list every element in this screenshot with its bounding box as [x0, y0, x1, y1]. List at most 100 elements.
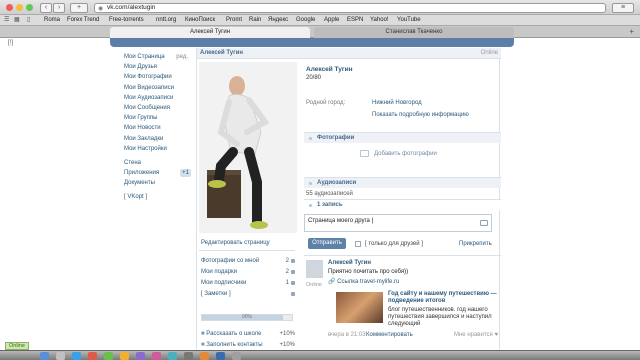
bookmark-item[interactable]: Яндекс: [268, 15, 288, 26]
tip-label: Заполнить контакты: [206, 342, 263, 348]
friends-only-checkbox[interactable]: [355, 241, 361, 247]
reading-list-icon[interactable]: ☰: [4, 15, 9, 26]
apps-count-badge: +1: [180, 169, 191, 178]
hometown-value[interactable]: Нижний Новгород: [372, 100, 422, 106]
stat-photos-with-me[interactable]: Фотографии со мной 2: [201, 258, 295, 264]
finder-icon[interactable]: [40, 352, 49, 360]
menu-item-audio[interactable]: Мои Аудиозаписи: [124, 93, 188, 103]
trash-icon[interactable]: [232, 352, 241, 360]
link-preview-image[interactable]: [336, 292, 383, 323]
menu-item-videos[interactable]: Мои Видеозаписи: [124, 83, 188, 93]
profile-status[interactable]: 20/80: [306, 75, 321, 81]
attach-link[interactable]: Прикрепить: [459, 241, 492, 247]
add-photos-link[interactable]: Добавить фотографии: [374, 151, 437, 157]
bookmark-item[interactable]: Yahoo!: [370, 15, 389, 26]
add-icon: +: [76, 4, 82, 11]
post-time[interactable]: вчера в 21:03: [328, 332, 366, 338]
edit-page-link[interactable]: Редактировать страницу: [201, 240, 270, 246]
bookmark-item[interactable]: YouTube: [397, 15, 421, 26]
address-bar[interactable]: ◉ vk.com/alextugin: [94, 3, 606, 13]
stat-followers[interactable]: Мои подписчики 1: [201, 280, 295, 286]
launchpad-icon[interactable]: [56, 352, 65, 360]
bookmark-item[interactable]: Apple: [324, 15, 339, 26]
menu-item-photos[interactable]: Мои Фотографии: [124, 72, 188, 82]
camera-icon[interactable]: [480, 220, 488, 226]
post-link[interactable]: 🔗 Ссылка travel-mylife.ru: [328, 278, 399, 285]
menu-item-wall[interactable]: Стена: [124, 158, 188, 168]
menu-item-news[interactable]: Мои Новости: [124, 123, 188, 133]
bookmark-item[interactable]: Roma: [44, 15, 60, 26]
block-title: 1 запись: [317, 202, 343, 208]
bookmark-item[interactable]: Promt: [226, 15, 242, 26]
tip-contacts[interactable]: ■ Заполнить контакты +10%: [201, 342, 295, 348]
zoom-window-icon[interactable]: [26, 4, 33, 11]
menu-label: Документы: [124, 180, 155, 187]
bookmark-item[interactable]: Rain: [249, 15, 261, 26]
bookmark-item[interactable]: ESPN: [347, 15, 363, 26]
left-menu: Мои Страница ред. Мои Друзья Мои Фотограф…: [124, 52, 191, 203]
menu-item-settings[interactable]: Мои Настройки: [124, 144, 188, 154]
menu-item-apps[interactable]: Приложения +1: [124, 168, 191, 178]
bookmarks-icon[interactable]: ▯: [27, 15, 30, 26]
menu-item-documents[interactable]: Документы: [124, 178, 188, 188]
app-icon[interactable]: [200, 352, 209, 360]
forward-button[interactable]: ›: [53, 3, 65, 13]
bookmark-item[interactable]: Free-torrents: [109, 15, 144, 26]
edit-link[interactable]: ред.: [176, 52, 188, 62]
profile-main: Алексей Тугин Online Редактировать стран…: [196, 48, 501, 350]
notes-icon[interactable]: [120, 352, 129, 360]
like-button[interactable]: Мне нравится ♥: [454, 332, 498, 338]
tab-active[interactable]: Алексей Тугин: [110, 27, 310, 38]
minimize-window-icon[interactable]: [16, 4, 23, 11]
tab-inactive[interactable]: Станислав Ткаченко: [314, 27, 514, 38]
profile-header-name: Алексей Тугин: [200, 50, 243, 56]
link-preview-title[interactable]: Год сайту и нашему путешествию — подведе…: [388, 291, 498, 305]
reader-button[interactable]: ≡: [612, 3, 634, 13]
top-sites-icon[interactable]: ▦: [14, 15, 20, 26]
stat-gifts[interactable]: Мои подарки 2: [201, 269, 295, 275]
menu-item-my-page[interactable]: Мои Страница ред.: [124, 52, 188, 62]
send-button[interactable]: Отправить: [308, 238, 346, 249]
photos-block-header[interactable]: Фотографии: [304, 132, 501, 143]
close-window-icon[interactable]: [6, 4, 13, 11]
wall-post-input[interactable]: Страница моего друга |: [304, 214, 492, 232]
avatar[interactable]: [306, 260, 323, 278]
audio-count[interactable]: 55 аудиозаписей: [306, 191, 353, 197]
menu-item-groups[interactable]: Мои Группы: [124, 113, 188, 123]
tip-school[interactable]: ■ Рассказать о школе +10%: [201, 331, 295, 337]
post-author[interactable]: Алексей Тугин: [328, 260, 371, 266]
browser-titlebar: ‹ › + ◉ vk.com/alextugin ≡: [0, 0, 640, 15]
menu-item-friends[interactable]: Мои Друзья: [124, 62, 188, 72]
bookmark-item[interactable]: nntt.org: [156, 15, 176, 26]
profile-photo[interactable]: [199, 62, 297, 233]
comment-link[interactable]: Комментировать: [366, 332, 413, 338]
divider: [304, 255, 501, 256]
show-more-info-link[interactable]: Показать подробную информацию: [372, 112, 469, 118]
menu-item-vkopt[interactable]: [ VKopt ]: [124, 192, 188, 202]
block-title: Аудиозаписи: [317, 180, 357, 186]
wall-block-header[interactable]: 1 запись: [304, 199, 501, 210]
audio-block-header[interactable]: Аудиозаписи: [304, 177, 501, 188]
share-button[interactable]: +: [70, 3, 88, 13]
facetime-icon[interactable]: [168, 352, 177, 360]
new-tab-icon[interactable]: +: [629, 26, 634, 37]
heart-icon: ♥: [492, 332, 499, 338]
bookmark-item[interactable]: Forex Trend: [67, 15, 99, 26]
safari-icon[interactable]: [72, 352, 81, 360]
back-button[interactable]: ‹: [40, 3, 52, 13]
stat-notes[interactable]: [ Заметки ]: [201, 291, 295, 297]
calendar-icon[interactable]: [88, 352, 97, 360]
menu-item-messages[interactable]: Мои Сообщения: [124, 103, 188, 113]
settings-icon[interactable]: [184, 352, 193, 360]
menu-item-bookmarks[interactable]: Мои Закладки: [124, 134, 188, 144]
bookmark-item[interactable]: Google: [296, 15, 315, 26]
app-icon[interactable]: [216, 352, 225, 360]
profile-photo-image: [199, 62, 297, 233]
bookmark-item[interactable]: КиноПоиск: [185, 15, 215, 26]
messages-icon[interactable]: [104, 352, 113, 360]
divider: [199, 250, 295, 251]
photos-icon[interactable]: [152, 352, 161, 360]
itunes-icon[interactable]: [136, 352, 145, 360]
menu-label: Мои Настройки: [124, 145, 167, 152]
menu-label: Мои Группы: [124, 115, 158, 122]
